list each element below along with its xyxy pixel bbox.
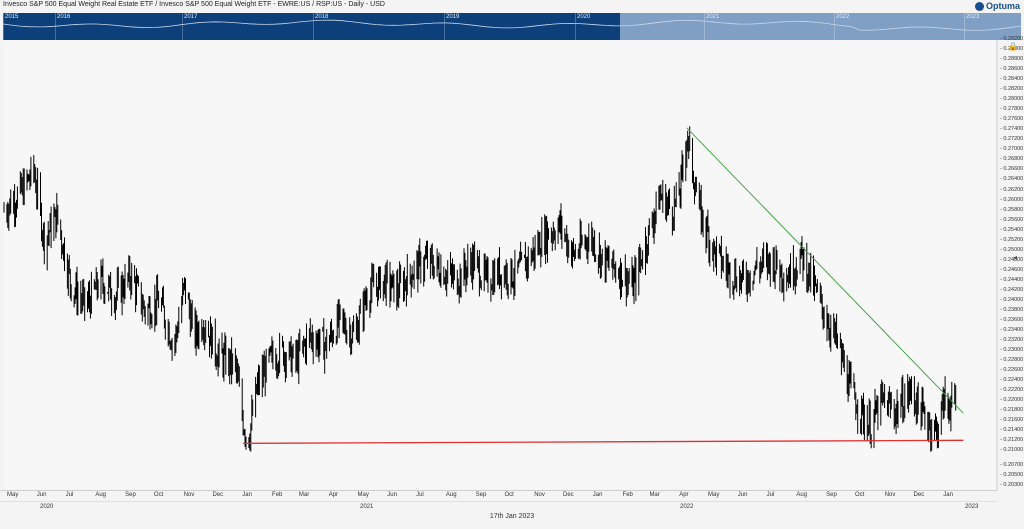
y-tick-label: - 0.28400 (1000, 76, 1024, 83)
y-tick-label: - 0.22000 (1000, 397, 1024, 404)
x-month-label: Dec (212, 492, 224, 498)
x-month-label: Jul (416, 492, 424, 498)
y-tick-label: - 0.24200 (1000, 286, 1024, 293)
x-month-label: Mar (649, 492, 660, 498)
y-tick-label: - 0.23000 (1000, 347, 1024, 354)
y-tick-label: - 0.24600 (1000, 266, 1024, 273)
y-tick-label: - 0.25200 (1000, 236, 1024, 243)
y-tick-label: - 0.24000 (1000, 296, 1024, 303)
x-month-label: Jun (387, 492, 397, 498)
x-month-label: May (357, 492, 369, 498)
y-tick-label: - 0.26600 (1000, 166, 1024, 173)
x-month-label: Sep (826, 492, 837, 498)
y-tick-label: - 0.27800 (1000, 106, 1024, 113)
x-month-label: Nov (183, 492, 195, 498)
lock-icon[interactable]: 🔒 (1008, 42, 1018, 51)
y-tick-label: - 0.22600 (1000, 367, 1024, 374)
y-tick-label: - 0.20500 (1000, 472, 1024, 479)
y-tick-label: - 0.25000 (1000, 246, 1024, 253)
y-tick-label: - 0.26800 (1000, 156, 1024, 163)
x-month-label: Sep (125, 492, 136, 498)
x-month-label: Aug (445, 492, 457, 498)
y-tick-label: - 0.21000 (1000, 447, 1024, 454)
y-tick-label: - 0.27400 (1000, 126, 1024, 133)
y-tick-label: - 0.22400 (1000, 377, 1024, 384)
x-month-label: Jul (766, 492, 775, 498)
y-tick-label: - 0.23800 (1000, 306, 1024, 313)
y-tick-label: - 0.27600 (1000, 116, 1024, 123)
y-tick-label: - 0.26400 (1000, 176, 1024, 183)
x-month-label: Oct (504, 492, 514, 498)
x-month-label: Jun (737, 492, 748, 498)
x-month-label: May (7, 492, 19, 498)
y-tick-label: - 0.26000 (1000, 196, 1024, 203)
y-tick-label: - 0.26200 (1000, 186, 1024, 193)
x-month-label: Apr (328, 492, 339, 498)
x-month-label: Sep (475, 492, 487, 498)
x-month-label: Jan (592, 492, 603, 498)
y-tick-label: - 0.25600 (1000, 216, 1024, 223)
y-tick-label: - 0.20300 (1000, 482, 1024, 489)
y-tick-label: - 0.21400 (1000, 427, 1024, 434)
navigator-line (2, 19, 1022, 31)
y-tick-label: - 0.28200 (1000, 86, 1024, 93)
x-month-label: Jun (36, 492, 47, 498)
y-tick-label: - 0.21800 (1000, 407, 1024, 414)
x-year-label: 2020 (40, 504, 54, 510)
x-year-label: 2022 (680, 504, 694, 510)
x-month-label: Nov (534, 492, 545, 498)
y-tick-label: - 0.23200 (1000, 337, 1024, 343)
chevron-left-icon[interactable]: ◂ (1013, 253, 1022, 265)
y-tick-label: - 0.28800 (1000, 56, 1024, 63)
footer-date: 17th Jan 2023 (489, 513, 535, 520)
y-tick-label: - 0.20700 (1000, 462, 1024, 469)
x-month-label: Feb (272, 492, 283, 498)
y-tick-label: - 0.21200 (1000, 437, 1024, 444)
x-month-label: Jan (943, 492, 953, 498)
y-tick-label: - 0.22200 (1000, 387, 1024, 394)
y-tick-label: - 0.25400 (1000, 226, 1024, 233)
price-chart[interactable] (0, 0, 1024, 529)
y-tick-label: - 0.23600 (1000, 316, 1024, 323)
y-tick-label: - 0.22800 (1000, 357, 1024, 364)
y-tick-label: - 0.24400 (1000, 276, 1024, 283)
x-month-label: Aug (796, 492, 808, 498)
x-month-label: Dec (913, 492, 925, 498)
x-month-label: Aug (95, 492, 107, 498)
x-year-label: 2021 (360, 504, 374, 510)
x-month-label: Mar (298, 492, 310, 498)
y-tick-label: - 0.21600 (1000, 417, 1024, 424)
y-tick-label: - 0.27000 (1000, 146, 1024, 153)
y-tick-label: - 0.25800 (1000, 206, 1024, 213)
x-month-label: May (708, 492, 720, 498)
y-tick-label: - 0.23400 (1000, 326, 1024, 333)
x-month-label: Jul (65, 492, 74, 498)
x-month-label: Feb (622, 492, 633, 498)
x-month-label: Dec (563, 492, 574, 498)
year-axis (0, 501, 997, 513)
y-tick-label: - 0.28600 (1000, 66, 1024, 73)
x-month-label: Nov (884, 492, 896, 498)
y-tick-label: - 0.27200 (1000, 136, 1024, 143)
x-month-label: Oct (854, 492, 865, 498)
x-year-label: 2023 (965, 504, 979, 510)
y-tick-label: - 0.28000 (1000, 96, 1024, 103)
x-month-label: Jan (242, 492, 252, 498)
x-month-label: Apr (679, 492, 689, 498)
x-month-label: Oct (153, 492, 164, 498)
